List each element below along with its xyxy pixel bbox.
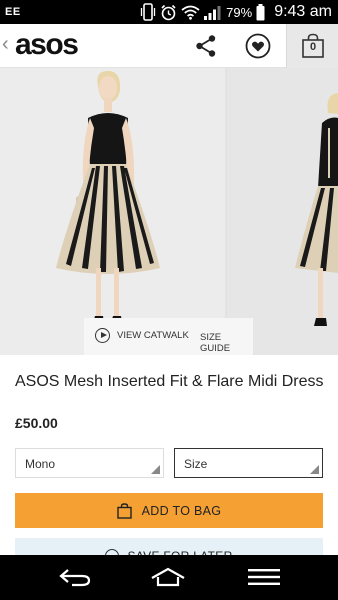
size-guide-link[interactable]: SIZE GUIDE: [200, 332, 253, 354]
product-title: ASOS Mesh Inserted Fit & Flare Midi Dres…: [15, 373, 324, 390]
signal-icon: [204, 5, 221, 20]
menu-icon[interactable]: [248, 569, 280, 585]
product-gallery[interactable]: VIEW CATWALK SIZE GUIDE: [0, 68, 338, 355]
alarm-icon: [161, 4, 176, 20]
dropdown-corner-icon: [151, 465, 160, 474]
heart-icon[interactable]: [245, 33, 271, 59]
home-icon[interactable]: [150, 567, 186, 587]
bag-count: 0: [309, 41, 317, 53]
colour-select[interactable]: Mono: [15, 448, 164, 478]
phone-vibrate-icon: [141, 3, 156, 21]
bag-icon: [116, 502, 132, 519]
size-select[interactable]: Size: [174, 448, 323, 478]
app-header: ‹ asos 0: [0, 24, 338, 68]
dropdown-corner-icon: [310, 465, 319, 474]
asos-logo[interactable]: asos: [15, 28, 79, 62]
add-to-bag-button[interactable]: ADD TO BAG: [15, 493, 323, 528]
product-images: [0, 68, 338, 355]
add-to-bag-label: ADD TO BAG: [141, 503, 222, 518]
view-catwalk-label: VIEW CATWALK: [117, 330, 189, 341]
battery-percent: 79%: [226, 4, 253, 20]
back-chevron-icon[interactable]: ‹: [2, 33, 9, 56]
clock: 9:43 am: [274, 3, 332, 20]
carrier-label: EE: [5, 6, 21, 18]
play-icon: [95, 328, 110, 343]
navigation-bar: [0, 555, 338, 600]
view-catwalk-button[interactable]: VIEW CATWALK: [95, 328, 189, 343]
product-price: £50.00: [15, 415, 58, 431]
bag-button[interactable]: 0: [286, 24, 338, 68]
battery-icon: [256, 3, 265, 20]
size-select-placeholder: Size: [184, 457, 208, 471]
share-icon[interactable]: [193, 33, 219, 59]
status-bar: EE 79% 9:43 am: [0, 0, 338, 24]
gallery-toolbar: VIEW CATWALK SIZE GUIDE: [84, 318, 253, 355]
back-icon[interactable]: [58, 567, 92, 587]
colour-select-value: Mono: [25, 457, 56, 471]
wifi-icon: [181, 5, 200, 20]
